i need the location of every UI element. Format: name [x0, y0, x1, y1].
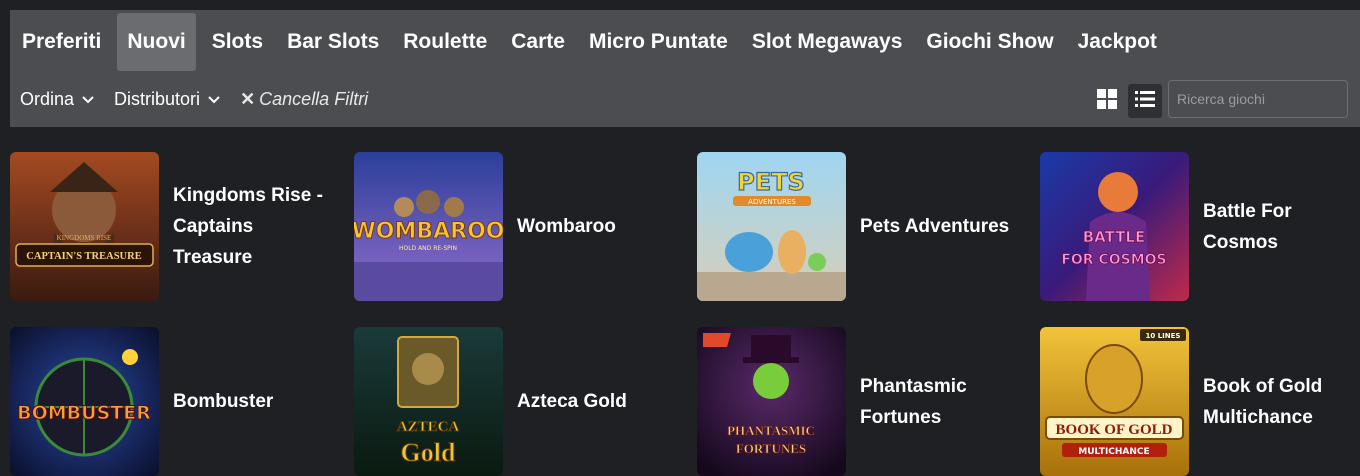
game-name[interactable]: Bombuster [173, 386, 333, 417]
game-card[interactable]: WOMBAROO HOLD AND RE-SPIN Wombaroo [354, 152, 684, 301]
game-card[interactable]: 10 LINES BOOK OF GOLD MULTICHANCE Book o… [1040, 327, 1360, 476]
game-thumbnail[interactable]: AZTECA Gold [354, 327, 503, 476]
top-navigation-bar: Preferiti Nuovi Slots Bar Slots Roulette… [10, 10, 1360, 127]
providers-label: Distributori [114, 88, 201, 109]
thumb-title-text: BOOK OF GOLD [1056, 422, 1173, 438]
game-name[interactable]: Phantasmic Fortunes [860, 371, 1020, 433]
close-icon: ✕ [240, 88, 256, 109]
providers-dropdown[interactable]: Distributori [104, 89, 230, 110]
tab-slot-megaways[interactable]: Slot Megaways [740, 13, 915, 71]
svg-text:PHANTASMIC: PHANTASMIC [727, 423, 815, 438]
list-icon [1134, 89, 1156, 114]
view-toggle [1090, 84, 1166, 118]
thumb-small-text: ADVENTURES [748, 198, 796, 206]
game-card[interactable]: PETS ADVENTURES Pets Adventures [697, 152, 1027, 301]
sort-dropdown[interactable]: Ordina [10, 89, 104, 110]
chevron-down-icon [208, 92, 220, 107]
tab-nuovi[interactable]: Nuovi [117, 13, 196, 71]
thumb-small-text: HOLD AND RE-SPIN [399, 245, 457, 252]
tab-bar-slots[interactable]: Bar Slots [275, 13, 391, 71]
game-name[interactable]: Battle For Cosmos [1203, 196, 1360, 258]
tab-preferiti[interactable]: Preferiti [10, 13, 113, 71]
svg-text:Gold: Gold [401, 438, 456, 467]
tab-giochi-show[interactable]: Giochi Show [914, 13, 1065, 71]
game-name[interactable]: Pets Adventures [860, 211, 1020, 242]
tab-micro-puntate[interactable]: Micro Puntate [577, 13, 740, 71]
clear-filters-button[interactable]: ✕ Cancella Filtri [230, 89, 378, 110]
filter-bar: Ordina Distributori ✕ Cancella Filtri [10, 80, 378, 118]
game-card[interactable]: AZTECA Gold Azteca Gold [354, 327, 684, 476]
game-thumbnail[interactable]: KINGDOMS RISE CAPTAIN'S TREASURE [10, 152, 159, 301]
game-card[interactable]: BOMBUSTER Bombuster [10, 327, 340, 476]
game-thumbnail[interactable]: BOMBUSTER [10, 327, 159, 476]
chevron-down-icon [82, 92, 94, 107]
game-thumbnail[interactable]: PHANTASMIC FORTUNES [697, 327, 846, 476]
game-card[interactable]: PHANTASMIC FORTUNES Phantasmic Fortunes [697, 327, 1027, 476]
svg-text:AZTECA: AZTECA [397, 419, 460, 435]
svg-text:FORTUNES: FORTUNES [736, 441, 806, 456]
game-card[interactable]: KINGDOMS RISE CAPTAIN'S TREASURE Kingdom… [10, 152, 340, 301]
category-tabs: Preferiti Nuovi Slots Bar Slots Roulette… [10, 12, 1169, 72]
sort-label: Ordina [20, 88, 75, 109]
game-card[interactable]: BATTLE FOR COSMOS Battle For Cosmos [1040, 152, 1360, 301]
tab-jackpot[interactable]: Jackpot [1066, 13, 1169, 71]
tab-slots[interactable]: Slots [200, 13, 275, 71]
svg-text:FOR COSMOS: FOR COSMOS [1061, 252, 1166, 268]
game-thumbnail[interactable]: WOMBAROO HOLD AND RE-SPIN [354, 152, 503, 301]
game-name[interactable]: Book of Gold Multichance [1203, 371, 1360, 433]
game-thumbnail[interactable]: 10 LINES BOOK OF GOLD MULTICHANCE [1040, 327, 1189, 476]
thumb-title-text: BOMBUSTER [17, 402, 151, 424]
thumb-title-text: PETS [737, 168, 805, 196]
game-name[interactable]: Wombaroo [517, 211, 677, 242]
game-name[interactable]: Azteca Gold [517, 386, 677, 417]
game-thumbnail[interactable]: BATTLE FOR COSMOS [1040, 152, 1189, 301]
thumb-small-text: KINGDOMS RISE [57, 234, 112, 242]
game-thumbnail[interactable]: PETS ADVENTURES [697, 152, 846, 301]
clear-filters-label: Cancella Filtri [259, 88, 369, 109]
grid-icon [1096, 88, 1118, 115]
search-input[interactable] [1168, 80, 1348, 118]
thumb-small-text: MULTICHANCE [1078, 447, 1149, 457]
thumb-title-text: CAPTAIN'S TREASURE [26, 251, 141, 262]
game-name[interactable]: Kingdoms Rise - Captains Treasure [173, 180, 333, 273]
svg-text:BATTLE: BATTLE [1083, 228, 1146, 246]
games-list: KINGDOMS RISE CAPTAIN'S TREASURE Kingdom… [10, 152, 1360, 476]
grid-view-button[interactable] [1090, 84, 1124, 118]
thumb-badge-text: 10 LINES [1146, 332, 1181, 340]
thumb-title-text: WOMBAROO [354, 219, 503, 244]
tab-roulette[interactable]: Roulette [391, 13, 499, 71]
tab-carte[interactable]: Carte [499, 13, 577, 71]
list-view-button[interactable] [1128, 84, 1162, 118]
